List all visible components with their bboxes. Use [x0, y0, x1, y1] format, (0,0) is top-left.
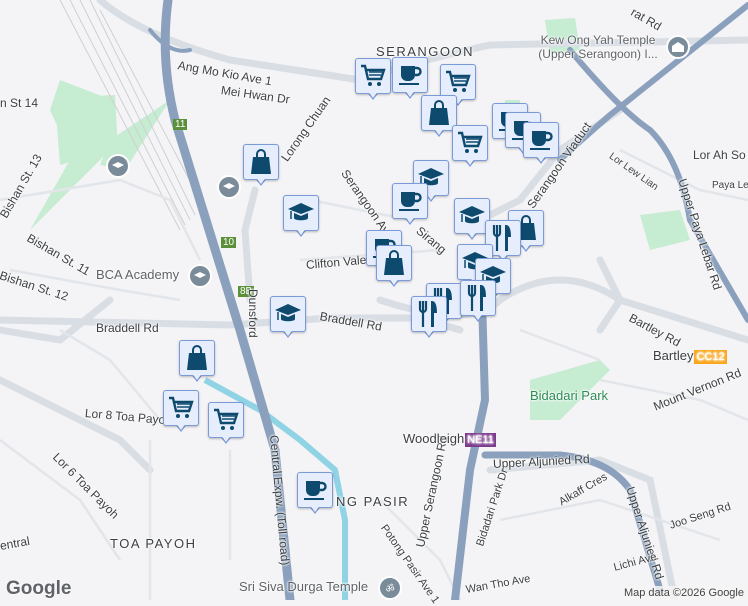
marker-pointer-fill	[367, 90, 379, 98]
station-bartley[interactable]: Bartley CC12	[653, 348, 727, 364]
area-label-toa-payoh: TOA PAYOH	[110, 536, 197, 551]
map-attribution[interactable]: Map data ©2026 Google	[619, 586, 748, 600]
area-label-potong-pasir: NG PASIR	[336, 494, 410, 509]
google-logo: Google	[6, 578, 72, 599]
cart-icon	[168, 396, 194, 420]
marker-box	[411, 296, 447, 332]
cup-icon	[397, 189, 423, 213]
marker-pointer-fill	[423, 328, 435, 336]
map-marker-bag[interactable]	[179, 340, 215, 384]
school-icon[interactable]	[106, 154, 130, 178]
marker-pointer-fill	[404, 89, 416, 97]
temple-icon[interactable]	[666, 35, 690, 59]
park-label-bidadari[interactable]: Bidadari Park	[530, 388, 608, 403]
marker-box	[452, 125, 488, 161]
cart-icon	[360, 64, 386, 88]
map-marker-cup[interactable]	[392, 183, 428, 227]
cup-icon	[528, 128, 554, 152]
station-woodleigh[interactable]: Woodleigh NE11	[403, 431, 496, 447]
cart-icon	[457, 131, 483, 155]
poi-label-bca-academy[interactable]: BCA Academy	[96, 267, 179, 282]
bag-icon	[186, 345, 208, 371]
marker-pointer-fill	[191, 372, 203, 380]
poi-label-sri-siva-durga[interactable]: Sri Siva Durga Temple	[239, 579, 368, 594]
road-label: Lor Ah So	[693, 148, 746, 162]
marker-pointer-fill	[520, 242, 532, 250]
marker-box	[243, 144, 279, 180]
station-code-badge: CC12	[694, 350, 727, 364]
bag-icon	[383, 250, 405, 276]
road-label: Dunsford	[246, 289, 260, 338]
map-marker-bag[interactable]	[243, 144, 279, 188]
map-marker-cup[interactable]	[523, 122, 559, 166]
road-label: n St 14	[0, 96, 39, 110]
marker-box	[392, 57, 428, 93]
exit-shield-11: 11	[173, 119, 188, 130]
map-marker-cart[interactable]	[452, 125, 488, 169]
bag-icon	[250, 149, 272, 175]
cup-icon	[302, 478, 328, 502]
marker-pointer-fill	[295, 227, 307, 235]
marker-box	[163, 390, 199, 426]
map-marker-graduation-cap[interactable]	[283, 195, 319, 239]
marker-pointer-fill	[282, 328, 294, 336]
marker-pointer-fill	[309, 504, 321, 512]
exit-shield-10: 10	[221, 237, 237, 248]
marker-box	[283, 195, 319, 231]
marker-pointer-fill	[466, 230, 478, 238]
graduation-cap-icon	[458, 205, 486, 227]
marker-pointer-fill	[388, 277, 400, 285]
fork-knife-icon	[491, 224, 515, 252]
marker-pointer-fill	[472, 312, 484, 320]
graduation-cap-icon	[287, 202, 315, 224]
marker-box	[392, 183, 428, 219]
station-code-badge: NE11	[465, 433, 496, 447]
map-marker-cart[interactable]	[208, 402, 244, 446]
map-marker-graduation-cap[interactable]	[270, 296, 306, 340]
cart-icon	[213, 408, 239, 432]
marker-pointer-fill	[433, 127, 445, 135]
marker-box	[523, 122, 559, 158]
poi-name: Kew Ong Yah Temple (Upper Serangoon) I..…	[538, 33, 658, 61]
bag-icon	[428, 100, 450, 126]
cart-icon	[445, 70, 471, 94]
marker-box	[297, 472, 333, 508]
marker-box	[208, 402, 244, 438]
map-marker-fork-knife[interactable]	[460, 280, 496, 324]
road-label: Paya Le	[712, 180, 748, 191]
cup-icon	[397, 63, 423, 87]
station-name: Woodleigh	[403, 431, 465, 446]
marker-box	[376, 245, 412, 281]
marker-box	[460, 280, 496, 316]
fork-knife-icon	[417, 300, 441, 328]
marker-pointer-fill	[535, 154, 547, 162]
school-icon[interactable]	[217, 175, 241, 199]
map-marker-bag[interactable]	[376, 245, 412, 289]
map-marker-fork-knife[interactable]	[411, 296, 447, 340]
marker-pointer-fill	[220, 434, 232, 442]
graduation-cap-icon	[274, 303, 302, 325]
poi-label-kew-ong-yah[interactable]: Kew Ong Yah Temple (Upper Serangoon) I..…	[528, 33, 668, 61]
marker-box	[355, 58, 391, 94]
school-icon[interactable]	[188, 264, 212, 288]
marker-pointer-fill	[175, 422, 187, 430]
station-name: Bartley	[653, 348, 694, 363]
marker-pointer-fill	[464, 157, 476, 165]
om-temple-icon[interactable]: ॐ	[378, 576, 402, 600]
marker-box	[270, 296, 306, 332]
marker-box	[179, 340, 215, 376]
map-marker-cart[interactable]	[163, 390, 199, 434]
marker-pointer-fill	[255, 176, 267, 184]
fork-knife-icon	[466, 284, 490, 312]
marker-pointer-fill	[404, 215, 416, 223]
map-marker-cup[interactable]	[297, 472, 333, 516]
road-label: Braddell Rd	[96, 321, 159, 335]
map-marker-cart[interactable]	[355, 58, 391, 102]
